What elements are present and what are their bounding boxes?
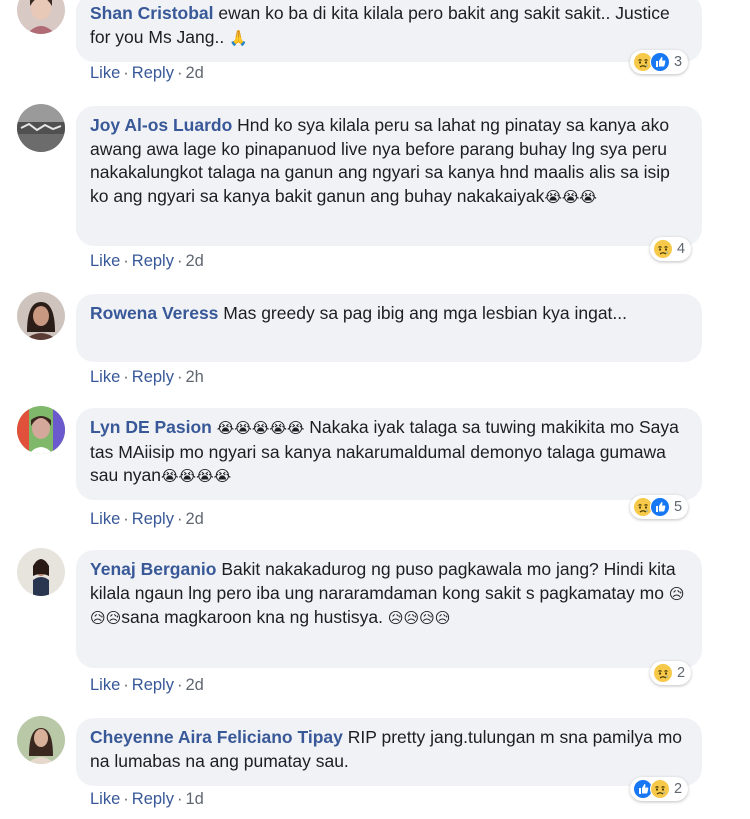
comment-timestamp[interactable]: 2h: [185, 368, 203, 386]
comment-author[interactable]: Rowena Veress: [90, 303, 218, 323]
comment-timestamp[interactable]: 2d: [185, 252, 203, 270]
separator-dot: ·: [123, 676, 129, 694]
like-link[interactable]: Like: [90, 676, 120, 694]
separator-dot: ·: [123, 790, 129, 808]
reply-link[interactable]: Reply: [132, 790, 174, 808]
separator-dot: ·: [123, 510, 129, 528]
separator-dot: ·: [176, 676, 183, 694]
reaction-summary[interactable]: 4: [650, 237, 692, 261]
avatar[interactable]: [17, 104, 65, 152]
separator-dot: ·: [176, 64, 183, 82]
separator-dot: ·: [123, 252, 129, 270]
comment-timestamp[interactable]: 1d: [185, 790, 203, 808]
avatar[interactable]: [17, 716, 65, 764]
comment-author[interactable]: Lyn DE Pasion: [90, 417, 212, 437]
reaction-summary[interactable]: 5: [630, 495, 689, 519]
like-link[interactable]: Like: [90, 64, 120, 82]
comment-timestamp[interactable]: 2d: [185, 64, 203, 82]
crying-emojis: 😭😭😭😭😭: [216, 420, 305, 437]
comment-actions: Like · Reply · 2d: [90, 676, 204, 695]
reaction-summary[interactable]: 3: [630, 50, 689, 74]
reply-link[interactable]: Reply: [132, 252, 174, 270]
sad-emojis: 😥😥😥😥: [387, 610, 451, 627]
like-link[interactable]: Like: [90, 252, 120, 270]
avatar[interactable]: [17, 292, 65, 340]
crying-emojis: 😭😭😭: [544, 188, 597, 206]
like-link[interactable]: Like: [90, 368, 120, 386]
reaction-count: 3: [674, 54, 683, 70]
separator-dot: ·: [123, 368, 129, 386]
like-link[interactable]: Like: [90, 510, 120, 528]
comment-text: Mas greedy sa pag ibig ang mga lesbian k…: [223, 303, 627, 323]
reaction-count: 4: [677, 241, 686, 257]
comment-author[interactable]: Shan Cristobal: [90, 3, 214, 23]
comment-timestamp[interactable]: 2d: [185, 676, 203, 694]
comment-bubble: Shan Cristobal ewan ko ba di kita kilala…: [76, 0, 702, 62]
avatar[interactable]: [17, 406, 65, 454]
reply-link[interactable]: Reply: [132, 368, 174, 386]
comment-actions: Like · Reply · 2h: [90, 368, 204, 387]
separator-dot: ·: [176, 790, 183, 808]
reaction-count: 5: [674, 499, 683, 515]
comment-bubble: Lyn DE Pasion 😭😭😭😭😭 Nakaka iyak talaga s…: [76, 408, 702, 500]
comment-actions: Like · Reply · 2d: [90, 510, 204, 529]
reaction-summary[interactable]: 2: [650, 661, 692, 685]
reaction-count: 2: [677, 665, 686, 681]
reply-link[interactable]: Reply: [132, 676, 174, 694]
separator-dot: ·: [176, 510, 183, 528]
like-reaction-icon: [650, 497, 670, 517]
comment-bubble: Rowena Veress Mas greedy sa pag ibig ang…: [76, 294, 702, 362]
comment-text-continued: sana magkaroon kna ng hustisya.: [121, 607, 383, 627]
like-reaction-icon: [650, 52, 670, 72]
sad-reaction-icon: [653, 239, 673, 259]
comment-author[interactable]: Joy Al-os Luardo: [90, 115, 232, 135]
separator-dot: ·: [123, 64, 129, 82]
avatar[interactable]: [17, 0, 65, 34]
reply-link[interactable]: Reply: [132, 510, 174, 528]
comment-author[interactable]: Cheyenne Aira Feliciano Tipay: [90, 727, 343, 747]
sad-reaction-icon: [650, 779, 670, 799]
avatar[interactable]: [17, 548, 65, 596]
reaction-summary[interactable]: 2: [630, 777, 689, 801]
comment-author[interactable]: Yenaj Berganio: [90, 559, 216, 579]
crying-emojis: 😭😭😭😭: [161, 468, 232, 485]
sad-reaction-icon: [653, 663, 673, 683]
comment-actions: Like · Reply · 2d: [90, 64, 204, 83]
separator-dot: ·: [176, 368, 183, 386]
separator-dot: ·: [176, 252, 183, 270]
reply-link[interactable]: Reply: [132, 64, 174, 82]
pray-emoji: 🙏: [229, 29, 248, 47]
comment-actions: Like · Reply · 1d: [90, 790, 204, 809]
comment-bubble: Joy Al-os Luardo Hnd ko sya kilala peru …: [76, 106, 702, 246]
like-link[interactable]: Like: [90, 790, 120, 808]
comment-bubble: Cheyenne Aira Feliciano Tipay RIP pretty…: [76, 718, 702, 786]
comment-bubble: Yenaj Berganio Bakit nakakadurog ng puso…: [76, 550, 702, 668]
comment-timestamp[interactable]: 2d: [185, 510, 203, 528]
comment-actions: Like · Reply · 2d: [90, 252, 204, 271]
reaction-count: 2: [674, 781, 683, 797]
